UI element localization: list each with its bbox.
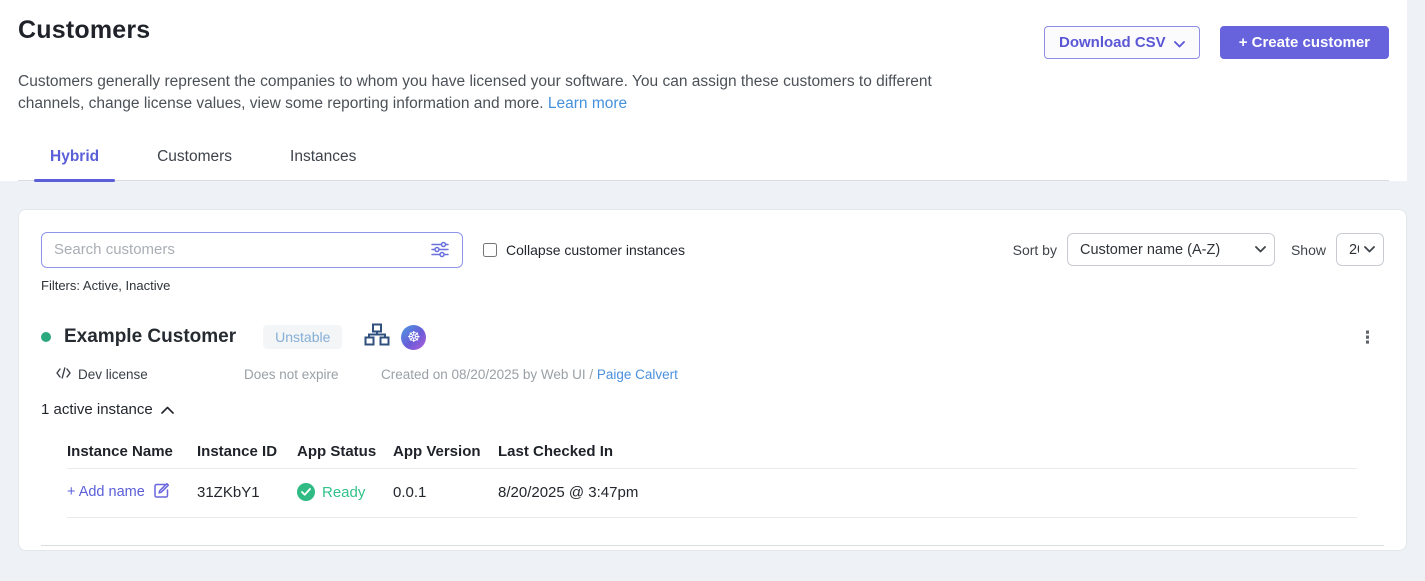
tab-hybrid[interactable]: Hybrid — [34, 148, 115, 180]
customers-card: Collapse customer instances Sort by Cust… — [18, 209, 1407, 551]
customers-toolbar: Collapse customer instances Sort by Cust… — [41, 232, 1384, 268]
sort-by-label: Sort by — [1013, 242, 1057, 258]
instances-table-header: Instance Name Instance ID App Status App… — [67, 443, 1357, 469]
app-version-value: 0.0.1 — [393, 484, 498, 501]
created-info-text: Created on 08/20/2025 by Web UI / — [381, 367, 597, 382]
tab-instances[interactable]: Instances — [274, 148, 372, 180]
col-instance-id: Instance ID — [197, 443, 297, 460]
col-app-version: App Version — [393, 443, 498, 460]
page-description: Customers generally represent the compan… — [18, 71, 983, 116]
license-expiration: Does not expire — [244, 367, 381, 382]
code-icon — [56, 367, 71, 382]
col-app-status: App Status — [297, 443, 393, 460]
active-status-dot — [41, 332, 51, 342]
add-name-link[interactable]: + Add name — [67, 482, 170, 503]
chevron-down-icon — [1174, 35, 1185, 52]
show-label: Show — [1291, 242, 1326, 258]
edit-icon — [153, 482, 170, 503]
create-customer-button[interactable]: + Create customer — [1220, 26, 1389, 59]
download-csv-button[interactable]: Download CSV — [1044, 26, 1200, 59]
filter-sliders-icon[interactable] — [431, 241, 450, 258]
check-circle-icon — [297, 483, 315, 501]
show-count-select[interactable]: 20 — [1336, 233, 1384, 266]
instances-table: Instance Name Instance ID App Status App… — [67, 443, 1357, 518]
instances-summary-label: 1 active instance — [41, 401, 153, 418]
chevron-up-icon — [161, 401, 174, 418]
page-header: Customers Download CSV + Create customer… — [0, 0, 1407, 181]
add-name-label: + Add name — [67, 484, 145, 500]
collapse-instances-label[interactable]: Collapse customer instances — [506, 242, 685, 258]
instance-table-row: + Add name 31ZKbY1 Ready 0.0.1 — [67, 469, 1357, 518]
created-by-link[interactable]: Paige Calvert — [597, 367, 678, 382]
channel-badge: Unstable — [263, 325, 342, 349]
kubernetes-icon: ☸ — [401, 325, 426, 350]
sort-by-select[interactable]: Customer name (A-Z) — [1067, 233, 1275, 266]
customer-section-divider — [41, 545, 1384, 546]
org-chart-icon — [364, 323, 390, 352]
last-checked-in-value: 8/20/2025 @ 3:47pm — [498, 484, 1357, 501]
page-title: Customers — [18, 16, 150, 45]
download-csv-label: Download CSV — [1059, 34, 1166, 51]
active-filters-summary: Filters: Active, Inactive — [41, 278, 1384, 293]
instance-id-value: 31ZKbY1 — [197, 484, 297, 501]
app-status-cell: Ready — [297, 483, 393, 501]
col-instance-name: Instance Name — [67, 443, 197, 460]
page-description-text: Customers generally represent the compan… — [18, 73, 932, 112]
app-status-value: Ready — [322, 484, 365, 501]
created-info: Created on 08/20/2025 by Web UI / Paige … — [381, 367, 678, 382]
collapse-instances-checkbox[interactable] — [483, 243, 497, 257]
tab-customers[interactable]: Customers — [141, 148, 248, 180]
customer-options-kebab-icon[interactable]: ⋮ — [1351, 327, 1384, 349]
customer-row-header: Example Customer Unstable ☸ ⋮ — [41, 323, 1384, 352]
learn-more-link[interactable]: Learn more — [548, 95, 627, 112]
search-input[interactable] — [54, 241, 431, 258]
customer-name-link[interactable]: Example Customer — [64, 326, 236, 348]
col-last-checked-in: Last Checked In — [498, 443, 1357, 460]
license-type-label: Dev license — [78, 367, 148, 382]
main-area: Collapse customer instances Sort by Cust… — [0, 181, 1425, 551]
license-row: Dev license Does not expire Created on 0… — [41, 367, 1384, 382]
search-box — [41, 232, 463, 268]
tab-bar: Hybrid Customers Instances — [18, 148, 1389, 181]
instances-summary-toggle[interactable]: 1 active instance — [41, 401, 174, 418]
